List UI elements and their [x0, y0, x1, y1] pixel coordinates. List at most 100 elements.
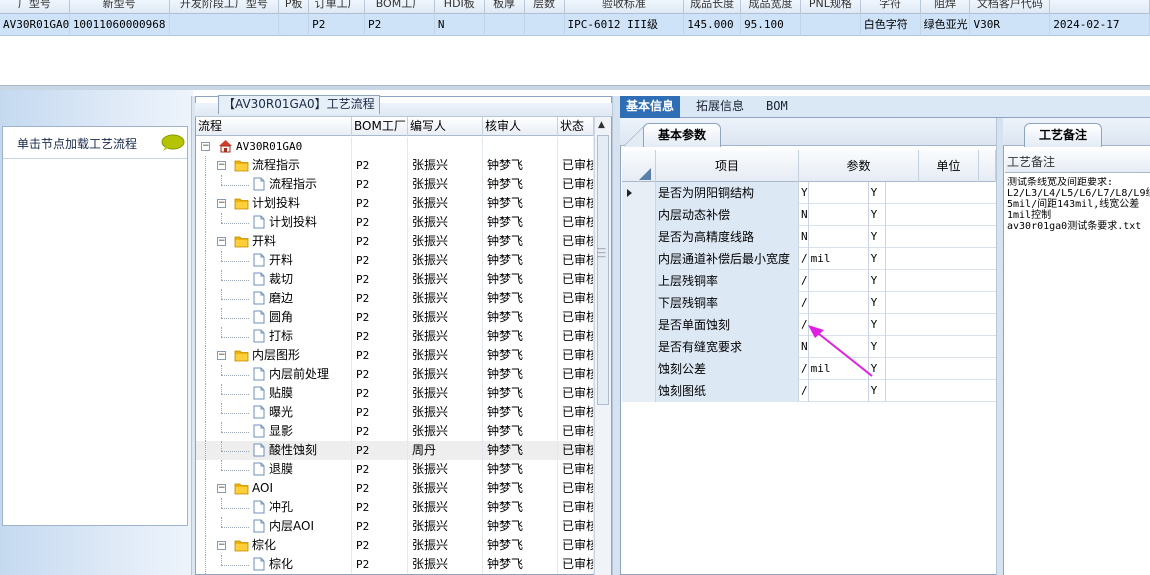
- tree-node-cell[interactable]: 退膜: [196, 460, 352, 479]
- param-value-cell[interactable]: N: [799, 204, 809, 226]
- middle-splitter[interactable]: [612, 96, 620, 575]
- collapse-toggle-icon[interactable]: −: [217, 161, 226, 170]
- tree-node-cell[interactable]: 流程指示: [196, 175, 352, 194]
- collapse-toggle-icon[interactable]: −: [217, 541, 226, 550]
- order-grid-cell[interactable]: [170, 14, 280, 36]
- tree-node-cell[interactable]: − AOI: [196, 479, 352, 498]
- collapse-toggle-icon[interactable]: −: [217, 351, 226, 360]
- row-indicator[interactable]: [622, 336, 656, 358]
- order-grid-cell[interactable]: 绿色亚光: [921, 14, 971, 36]
- tree-node-cell[interactable]: 贴膜: [196, 384, 352, 403]
- tree-row[interactable]: 冲孔 P2张振兴钟梦飞已审核: [196, 498, 594, 517]
- tree-row[interactable]: − 计划投料 P2张振兴钟梦飞已审核: [196, 194, 594, 213]
- tree-row[interactable]: − 开料 P2张振兴钟梦飞已审核: [196, 232, 594, 251]
- row-indicator[interactable]: [622, 380, 656, 402]
- tree-node-cell[interactable]: 冲孔: [196, 498, 352, 517]
- param-row[interactable]: 下层残铜率 / Y: [622, 292, 996, 314]
- row-indicator[interactable]: [622, 314, 656, 336]
- param-value-cell[interactable]: /: [799, 248, 809, 270]
- tree-row[interactable]: 酸性蚀刻 P2周丹钟梦飞已审核: [196, 441, 594, 460]
- scroll-thumb[interactable]: [597, 135, 609, 405]
- order-grid-cell[interactable]: IPC-6012 III级: [565, 14, 685, 36]
- tree-root-row[interactable]: − AV30R01GA0: [196, 137, 594, 156]
- order-grid-column-header[interactable]: BOM工厂: [365, 0, 435, 14]
- row-indicator[interactable]: [622, 226, 656, 248]
- tree-node-cell[interactable]: 棕化: [196, 555, 352, 574]
- order-grid-cell[interactable]: 95.100: [741, 14, 801, 36]
- tree-node-cell[interactable]: 开料: [196, 251, 352, 270]
- tab-basic-info[interactable]: 基本信息: [620, 96, 681, 118]
- tree-row[interactable]: 打标 P2张振兴钟梦飞已审核: [196, 327, 594, 346]
- order-grid-cell[interactable]: N: [435, 14, 485, 36]
- param-value-cell[interactable]: /: [799, 380, 809, 402]
- order-grid-cell[interactable]: [801, 14, 861, 36]
- tree-row[interactable]: − 棕化 P2张振兴钟梦飞已审核: [196, 536, 594, 555]
- row-indicator[interactable]: [622, 204, 656, 226]
- tree-node-cell[interactable]: 内层AOI: [196, 517, 352, 536]
- tree-row[interactable]: 流程指示 P2张振兴钟梦飞已审核: [196, 175, 594, 194]
- tree-node-cell[interactable]: − 棕化: [196, 536, 352, 555]
- order-grid-column-header[interactable]: 新型号: [70, 0, 170, 14]
- column-param[interactable]: 参数: [799, 150, 919, 182]
- column-writer[interactable]: 编写人: [408, 117, 483, 136]
- param-row[interactable]: 内层通道补偿后最小宽度 / mil Y: [622, 248, 996, 270]
- tree-row[interactable]: 内层AOI P2张振兴钟梦飞已审核: [196, 517, 594, 536]
- tree-node-cell[interactable]: − AV30R01GA0: [196, 137, 352, 156]
- collapse-toggle-icon[interactable]: −: [201, 142, 210, 151]
- param-value-cell[interactable]: /: [799, 292, 809, 314]
- order-grid-row-selected[interactable]: AV30R01GA0 10011060000968 P2 P2 N IPC-6012 II…: [0, 14, 1150, 36]
- order-grid-cell[interactable]: P2: [309, 14, 366, 36]
- param-row[interactable]: 蚀刻图纸 / Y: [622, 380, 996, 402]
- order-grid-column-header[interactable]: HDI板: [435, 0, 485, 14]
- tree-node-cell[interactable]: 圆角: [196, 308, 352, 327]
- tree-row[interactable]: − 流程指示 P2张振兴钟梦飞已审核: [196, 156, 594, 175]
- tree-node-cell[interactable]: 内层前处理: [196, 365, 352, 384]
- tree-node-cell[interactable]: 计划投料: [196, 213, 352, 232]
- order-grid-cell[interactable]: V30R: [970, 14, 1051, 36]
- column-flow[interactable]: 流程: [196, 117, 352, 136]
- row-indicator[interactable]: [622, 182, 656, 204]
- tree-row[interactable]: 裁切 P2张振兴钟梦飞已审核: [196, 270, 594, 289]
- order-grid-cell[interactable]: [279, 14, 310, 36]
- tree-vertical-scrollbar[interactable]: ▲ — — —: [594, 117, 611, 575]
- column-bom-factory[interactable]: BOM工厂: [352, 117, 408, 136]
- order-grid-column-header[interactable]: 板厚: [485, 0, 525, 14]
- tree-node-cell[interactable]: − 计划投料: [196, 194, 352, 213]
- order-grid-cell[interactable]: 2024-02-17: [1050, 14, 1150, 36]
- tree-row[interactable]: − 内层图形 P2张振兴钟梦飞已审核: [196, 346, 594, 365]
- tab-process-notes[interactable]: 工艺备注: [1024, 123, 1102, 147]
- param-row[interactable]: 上层残铜率 / Y: [622, 270, 996, 292]
- order-grid-cell[interactable]: [525, 14, 565, 36]
- param-row[interactable]: 是否为高精度线路 N Y: [622, 226, 996, 248]
- column-status[interactable]: 状态: [558, 117, 594, 136]
- order-grid-cell[interactable]: 10011060000968: [70, 14, 170, 36]
- order-grid-column-header[interactable]: 文档客户代码: [970, 0, 1051, 14]
- row-indicator[interactable]: [622, 358, 656, 380]
- tab-basic-params[interactable]: 基本参数: [643, 123, 721, 147]
- param-row[interactable]: 是否为阴阳铜结构 Y Y: [622, 182, 996, 204]
- tree-node-cell[interactable]: 裁切: [196, 270, 352, 289]
- order-grid-column-header[interactable]: 厂型号: [0, 0, 70, 14]
- order-grid-cell[interactable]: 白色字符: [861, 14, 921, 36]
- process-notes-text[interactable]: 测试条线宽及间距要求: L2/L3/L4/L5/L6/L7/L8/L9线 5mi…: [1007, 177, 1150, 232]
- column-reviewer[interactable]: 核审人: [483, 117, 558, 136]
- param-value-cell[interactable]: Y: [799, 182, 809, 204]
- tab-bom[interactable]: BOM: [760, 96, 794, 118]
- order-grid-cell[interactable]: [485, 14, 525, 36]
- tree-row[interactable]: 内层前处理 P2张振兴钟梦飞已审核: [196, 365, 594, 384]
- tree-row[interactable]: 开料 P2张振兴钟梦飞已审核: [196, 251, 594, 270]
- row-indicator[interactable]: [622, 248, 656, 270]
- tree-row[interactable]: 退膜 P2张振兴钟梦飞已审核: [196, 460, 594, 479]
- param-value-cell[interactable]: /: [799, 270, 809, 292]
- order-grid-cell[interactable]: P2: [365, 14, 435, 36]
- tree-row[interactable]: 计划投料 P2张振兴钟梦飞已审核: [196, 213, 594, 232]
- column-item[interactable]: 项目: [656, 150, 799, 182]
- tree-node-cell[interactable]: 磨边: [196, 289, 352, 308]
- collapse-toggle-icon[interactable]: −: [217, 237, 226, 246]
- load-process-card-header[interactable]: 单击节点加载工艺流程: [3, 127, 187, 159]
- order-grid-column-header[interactable]: 订单工厂: [309, 0, 366, 14]
- order-grid-column-header[interactable]: 字符: [861, 0, 921, 14]
- tab-extended-info[interactable]: 拓展信息: [690, 96, 750, 118]
- order-grid-column-header[interactable]: 开发阶段工厂型号: [170, 0, 280, 14]
- column-unit[interactable]: 单位: [919, 150, 979, 182]
